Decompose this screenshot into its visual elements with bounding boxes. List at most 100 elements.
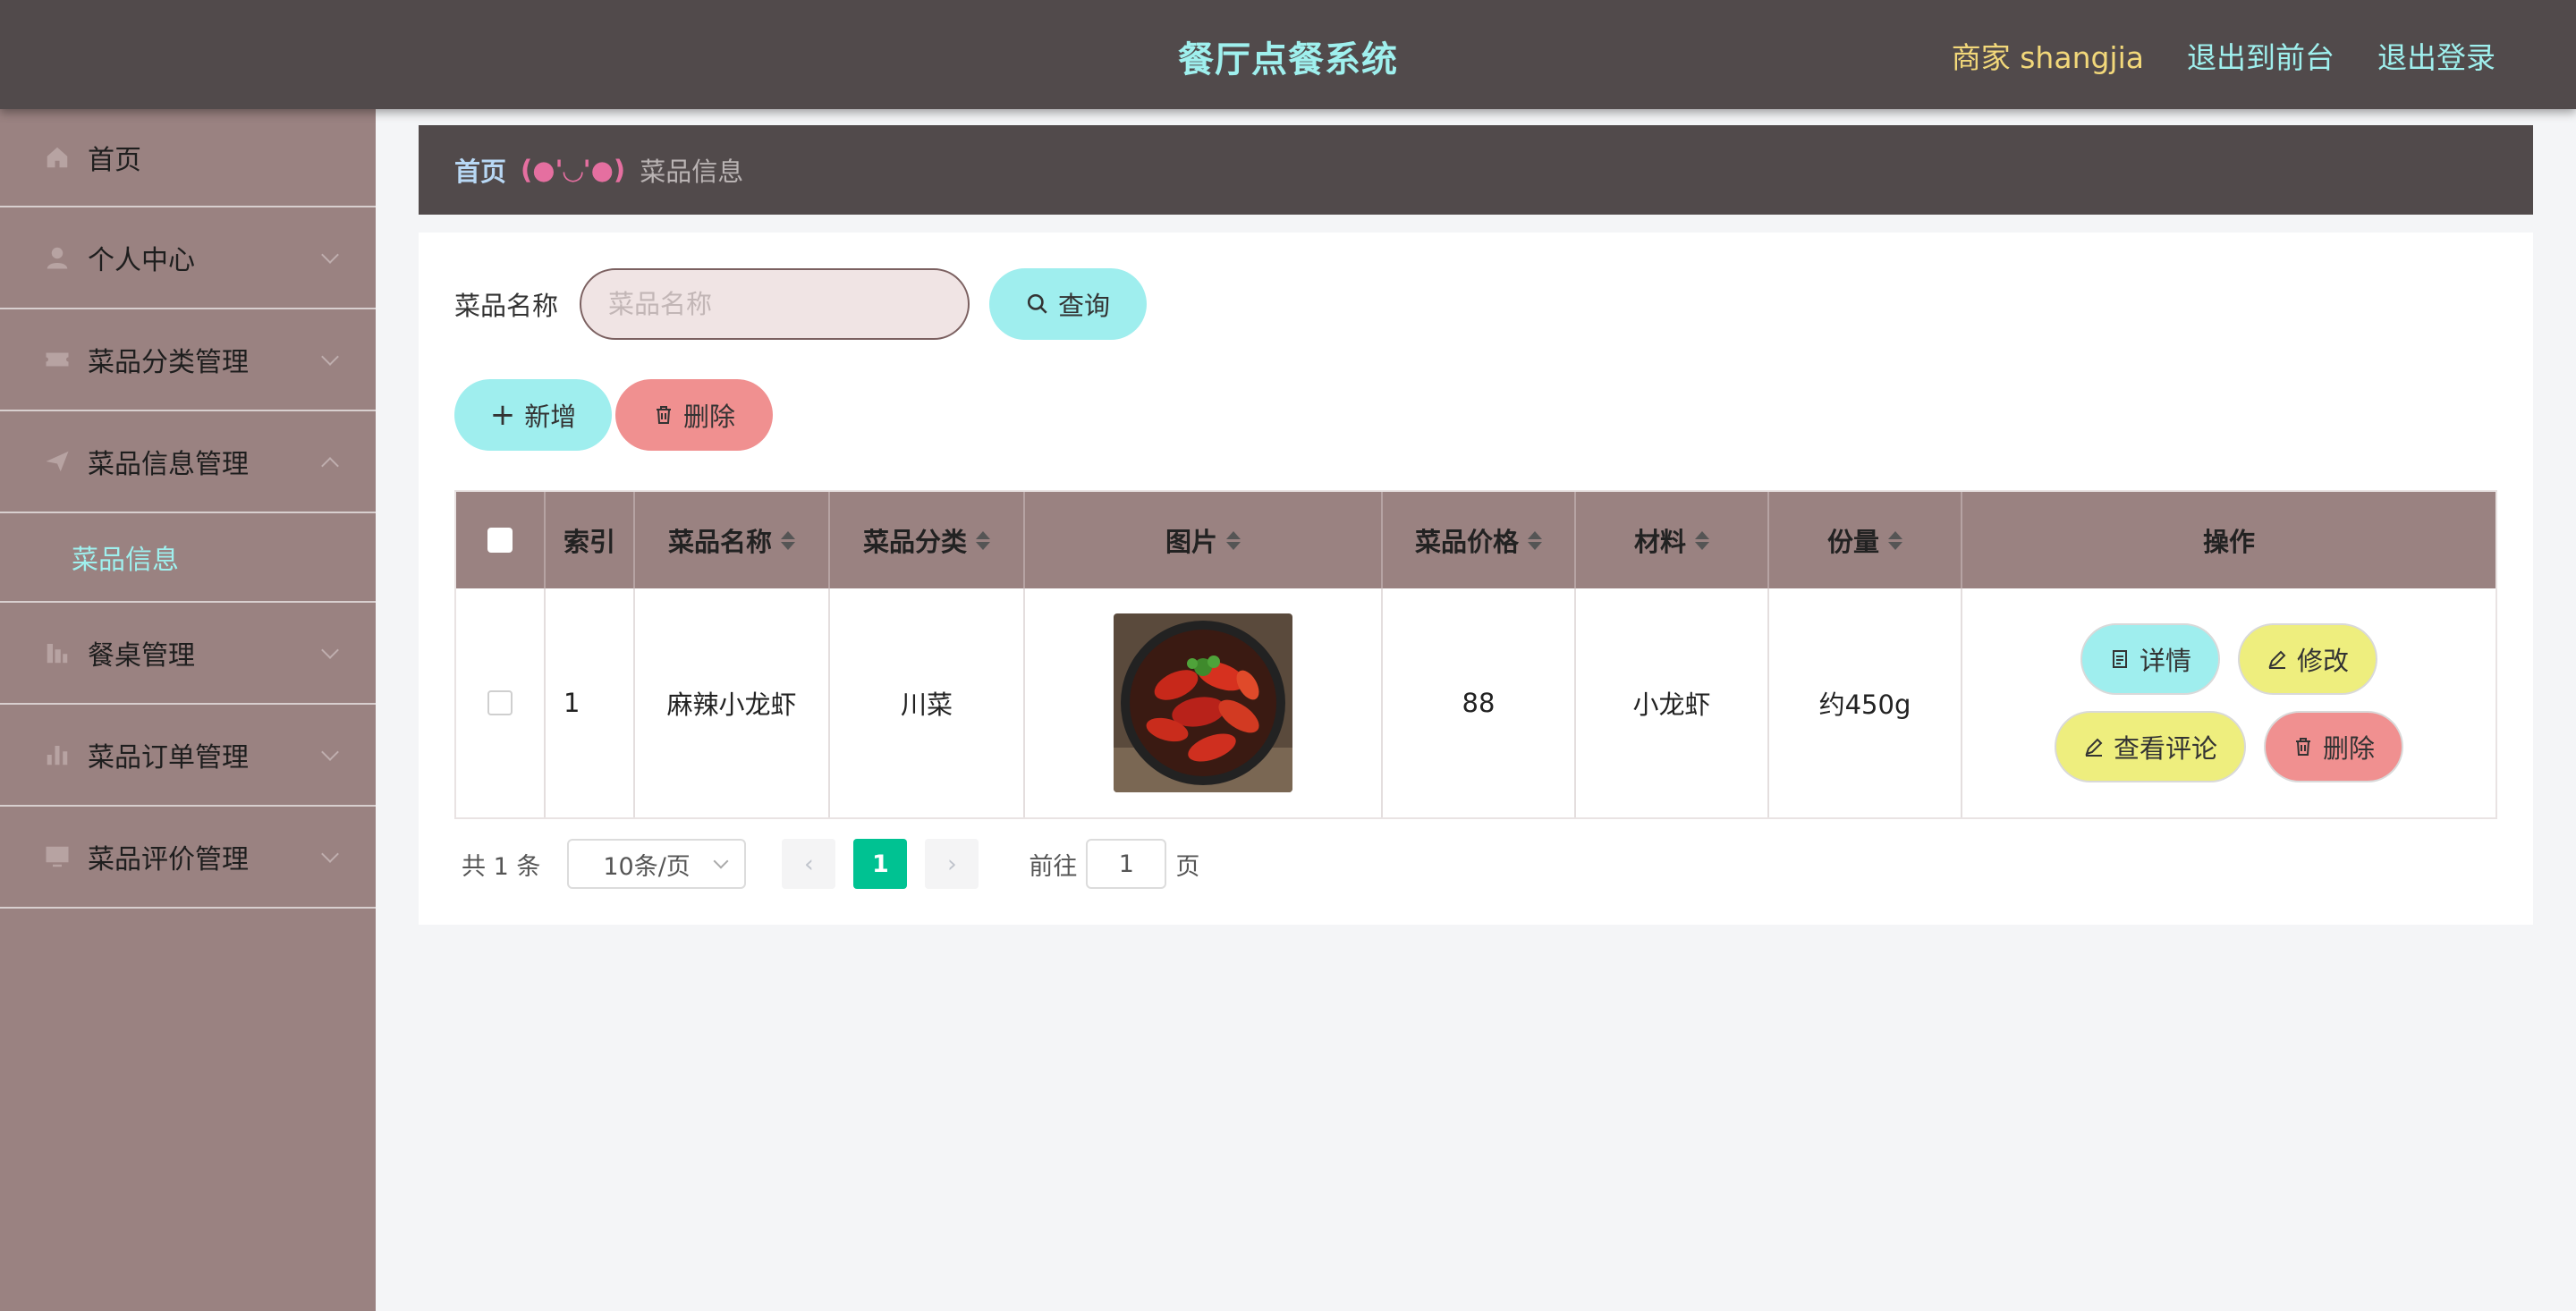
column-label: 菜品价格	[1414, 527, 1519, 557]
sort-icon[interactable]	[1226, 530, 1241, 550]
sort-icon[interactable]	[1528, 530, 1542, 550]
column-label: 菜品名称	[667, 527, 772, 557]
chevron-right-icon: ›	[946, 850, 957, 878]
column-header-name[interactable]: 菜品名称	[635, 492, 830, 588]
chevron-up-icon	[321, 457, 339, 475]
next-page-button[interactable]: ›	[925, 839, 979, 889]
search-label: 菜品名称	[454, 291, 559, 321]
goto-page-input[interactable]	[1086, 839, 1167, 889]
sidebar-subitem-dish-info[interactable]: 菜品信息	[0, 513, 376, 603]
column-header-operations: 操作	[1962, 492, 2496, 588]
edit-icon	[2085, 738, 2103, 757]
search-row: 菜品名称 查询	[454, 268, 1148, 340]
detail-button[interactable]: 详情	[2080, 623, 2220, 695]
cell-material: 小龙虾	[1576, 588, 1769, 817]
breadcrumb-separator: (●'◡'●)	[521, 155, 626, 185]
select-all-cell	[456, 492, 546, 588]
bar-chart-icon	[43, 740, 72, 769]
cell-dish-name: 麻辣小龙虾	[635, 588, 830, 817]
current-user-label: 商家 shangjia	[1951, 40, 2144, 75]
column-label: 操作	[2202, 527, 2255, 557]
sidebar-item-label: 菜品订单管理	[88, 742, 249, 774]
plus-icon: +	[489, 397, 516, 433]
sidebar-item-table-management[interactable]: 餐桌管理	[0, 603, 376, 705]
pagination: 共 1 条 10条/页 ‹ 1 › 前往 页	[462, 839, 1199, 889]
sidebar-item-label: 菜品信息管理	[88, 449, 249, 480]
header-actions: 商家 shangjia 退出到前台 退出登录	[1952, 34, 2496, 77]
goto-suffix: 页	[1175, 852, 1200, 881]
edit-button-label: 修改	[2297, 646, 2350, 676]
dish-image[interactable]	[1114, 613, 1292, 792]
sidebar-item-order-management[interactable]: 菜品订单管理	[0, 705, 376, 807]
sort-icon[interactable]	[1888, 530, 1902, 550]
table-header: 索引 菜品名称 菜品分类 图片 菜品价格 材料 份量 操作	[456, 492, 2496, 588]
column-label: 索引	[564, 527, 616, 557]
sort-icon[interactable]	[976, 530, 990, 550]
sidebar-item-review-management[interactable]: 菜品评价管理	[0, 807, 376, 909]
column-header-portion[interactable]: 份量	[1769, 492, 1962, 588]
query-button-label: 查询	[1058, 291, 1111, 321]
chevron-down-icon	[321, 743, 339, 761]
breadcrumb-home[interactable]: 首页	[454, 151, 506, 189]
column-label: 材料	[1633, 527, 1686, 557]
sidebar-item-category-management[interactable]: 菜品分类管理	[0, 309, 376, 411]
row-checkbox[interactable]	[487, 690, 513, 715]
document-icon	[2112, 650, 2127, 668]
table-row: 1 麻辣小龙虾 川菜 88 小龙虾 约450g 详情 修改 查看评论 删除	[456, 588, 2496, 817]
page-size-value: 10条/页	[603, 852, 691, 881]
dish-name-search-input[interactable]	[580, 268, 970, 340]
sidebar-item-home[interactable]: 首页	[0, 109, 376, 207]
ticket-icon	[43, 345, 72, 374]
cell-category: 川菜	[830, 588, 1025, 817]
sort-icon[interactable]	[1695, 530, 1709, 550]
breadcrumb: 首页 (●'◡'●) 菜品信息	[419, 125, 2533, 215]
row-select-cell	[456, 588, 546, 817]
select-all-checkbox[interactable]	[487, 528, 513, 553]
add-button-label: 新增	[524, 402, 577, 432]
chevron-down-icon	[321, 348, 339, 366]
chart-icon	[43, 639, 72, 667]
detail-button-label: 详情	[2139, 646, 2191, 676]
cell-price: 88	[1383, 588, 1576, 817]
batch-delete-button[interactable]: 删除	[615, 379, 773, 451]
sidebar-item-dish-info-management[interactable]: 菜品信息管理	[0, 411, 376, 513]
sort-icon[interactable]	[781, 530, 795, 550]
view-reviews-button[interactable]: 查看评论	[2054, 711, 2246, 782]
chevron-down-icon	[713, 853, 729, 869]
page-size-select[interactable]: 10条/页	[567, 839, 747, 889]
trash-icon	[656, 406, 671, 424]
page-number-button[interactable]: 1	[853, 839, 908, 889]
sidebar: 首页 个人中心 菜品分类管理 菜品信息管理 菜品信息 餐桌管理 菜品订单管理 菜…	[0, 109, 376, 1311]
row-delete-button-label: 删除	[2323, 733, 2376, 764]
search-icon	[1027, 293, 1047, 314]
dish-table: 索引 菜品名称 菜品分类 图片 菜品价格 材料 份量 操作 1 麻辣小龙虾 川菜	[454, 490, 2497, 819]
operations-group: 详情 修改 查看评论 删除	[2054, 623, 2404, 782]
chevron-down-icon	[321, 246, 339, 264]
exit-to-front-link[interactable]: 退出到前台	[2187, 34, 2334, 77]
column-label: 菜品分类	[862, 527, 967, 557]
logout-link[interactable]: 退出登录	[2377, 34, 2496, 77]
user-icon	[43, 243, 72, 272]
column-header-material[interactable]: 材料	[1576, 492, 1769, 588]
column-header-index: 索引	[546, 492, 635, 588]
content-panel: 菜品名称 查询 + 新增 删除 索引 菜品名称 菜品分类 图片 菜品价格 材料 …	[419, 233, 2533, 925]
home-icon	[43, 143, 72, 172]
edit-button[interactable]: 修改	[2238, 623, 2378, 695]
send-icon	[43, 447, 72, 476]
column-header-price[interactable]: 菜品价格	[1383, 492, 1576, 588]
top-header: 餐厅点餐系统 商家 shangjia 退出到前台 退出登录	[0, 0, 2576, 109]
row-delete-button[interactable]: 删除	[2264, 711, 2404, 782]
chevron-down-icon	[321, 641, 339, 659]
delete-button-label: 删除	[682, 402, 735, 432]
sidebar-item-personal-center[interactable]: 个人中心	[0, 207, 376, 309]
column-header-image[interactable]: 图片	[1025, 492, 1383, 588]
pagination-total: 共 1 条	[462, 852, 541, 881]
query-button[interactable]: 查询	[989, 268, 1148, 340]
chevron-left-icon: ‹	[803, 850, 814, 878]
cell-index: 1	[546, 588, 635, 817]
add-button[interactable]: + 新增	[454, 379, 612, 451]
edit-icon	[2268, 650, 2286, 669]
prev-page-button[interactable]: ‹	[782, 839, 836, 889]
column-header-category[interactable]: 菜品分类	[830, 492, 1025, 588]
sidebar-item-label: 餐桌管理	[88, 640, 195, 672]
